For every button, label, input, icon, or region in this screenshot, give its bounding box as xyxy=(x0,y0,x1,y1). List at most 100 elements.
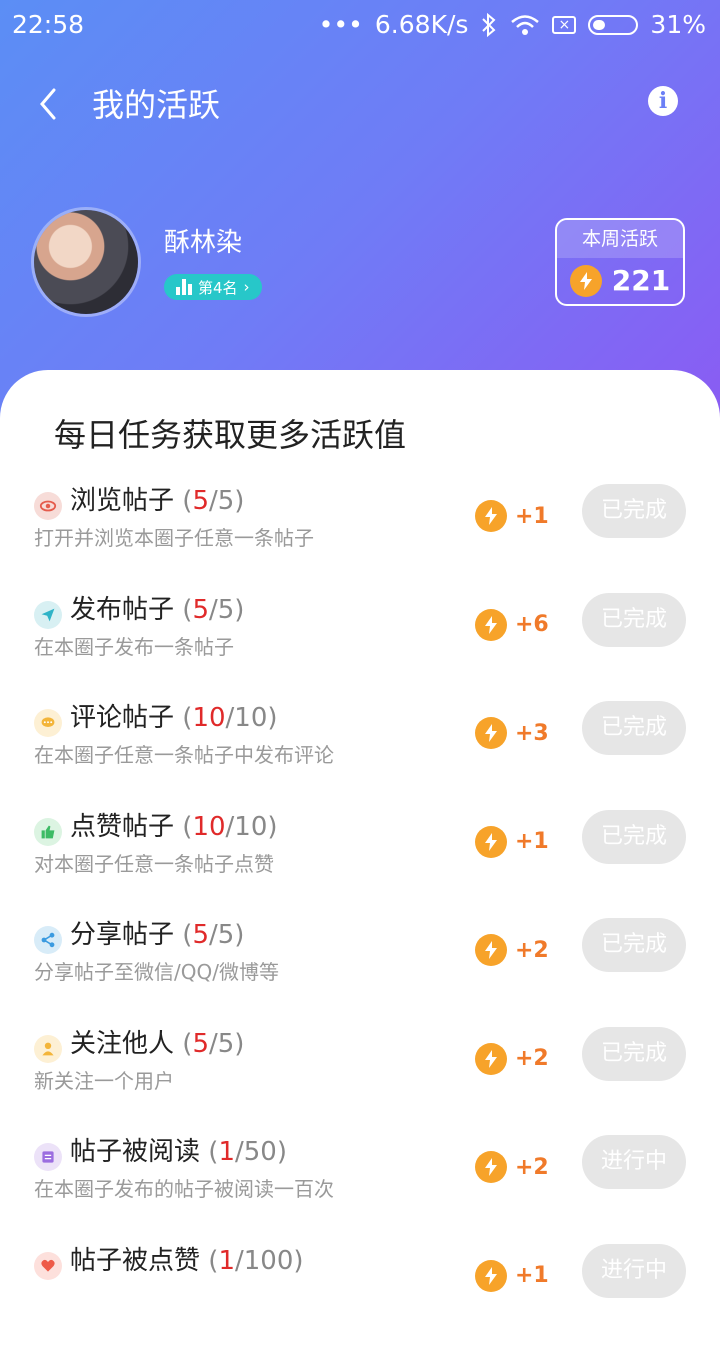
task-description: 在本圈子发布的帖子被阅读一百次 xyxy=(34,1177,334,1201)
task-progress-done: 5 xyxy=(192,486,209,516)
task-name: 帖子被点赞 (1/100) xyxy=(70,1245,304,1276)
task-name: 评论帖子 (10/10) xyxy=(70,703,278,733)
task-name: 关注他人 (5/5) xyxy=(70,1028,245,1059)
comment-icon xyxy=(34,709,62,737)
avatar[interactable] xyxy=(34,210,138,314)
task-card: 每日任务获取更多活跃值 浏览帖子 (5/5) 打开并浏览本圈子任意一条帖子 +1 已完… xyxy=(0,370,720,1298)
task-title: 浏览帖子 xyxy=(70,486,175,516)
task-description: 在本圈子任意一条帖子中发布评论 xyxy=(34,743,334,767)
task-progress-total: /10) xyxy=(225,703,278,733)
lightning-icon xyxy=(475,1259,507,1292)
lightning-icon xyxy=(475,608,507,641)
task-reward: +2 xyxy=(475,1151,549,1183)
task-reward: +1 xyxy=(475,825,549,858)
task-progress-total: /100) xyxy=(234,1245,304,1276)
rank-badge[interactable]: 第4名 › xyxy=(164,274,262,300)
reward-value: +1 xyxy=(515,829,549,854)
weekly-label: 本周活跃 xyxy=(557,220,683,258)
task-status-button[interactable]: 已完成 xyxy=(582,592,686,647)
reward-value: +2 xyxy=(515,937,549,963)
task-description: 对本圈子任意一条帖子点赞 xyxy=(34,851,274,876)
back-button[interactable] xyxy=(34,84,64,124)
task-progress-done: 5 xyxy=(192,1028,209,1059)
top-bar: 我的活跃 i xyxy=(0,70,720,134)
tasks-title: 每日任务获取更多活跃值 xyxy=(54,416,407,454)
task-name: 浏览帖子 (5/5) xyxy=(70,486,245,516)
header-background xyxy=(0,0,720,420)
task-progress-done: 5 xyxy=(192,594,209,625)
task-description: 在本圈子发布一条帖子 xyxy=(34,634,234,659)
lightning-icon xyxy=(569,264,602,297)
eye-icon xyxy=(34,492,62,520)
task-progress-done: 1 xyxy=(218,1137,235,1167)
task-title: 帖子被阅读 xyxy=(70,1137,201,1167)
lightning-icon xyxy=(475,717,507,749)
lightning-icon xyxy=(475,825,507,858)
task-row: 帖子被点赞 (1/100) +1 进行中 xyxy=(0,1240,720,1348)
task-reward: +6 xyxy=(475,608,549,641)
task-status-button[interactable]: 已完成 xyxy=(582,918,686,972)
lightning-icon xyxy=(475,1042,507,1075)
task-progress-done: 5 xyxy=(192,920,209,950)
wifi-icon xyxy=(511,14,540,35)
lightning-icon xyxy=(475,500,507,532)
status-bar: 22:58 ••• 6.68K/s × 31% xyxy=(0,0,720,50)
task-row: 关注他人 (5/5) 新关注一个用户 +2 已完成 xyxy=(0,1023,720,1131)
task-reward: +3 xyxy=(475,717,549,749)
task-name: 发布帖子 (5/5) xyxy=(70,594,245,625)
task-status-button[interactable]: 已完成 xyxy=(582,809,686,864)
status-time: 22:58 xyxy=(12,10,85,39)
task-row: 浏览帖子 (5/5) 打开并浏览本圈子任意一条帖子 +1 已完成 xyxy=(0,480,720,588)
task-description: 打开并浏览本圈子任意一条帖子 xyxy=(34,526,314,550)
task-status-button[interactable]: 进行中 xyxy=(582,1135,686,1189)
task-reward: +1 xyxy=(475,1259,549,1292)
lightning-icon xyxy=(475,1151,507,1183)
page-title: 我的活跃 xyxy=(92,86,221,124)
reward-value: +1 xyxy=(515,1263,549,1288)
chevron-right-icon: › xyxy=(243,278,250,296)
task-progress-total: /5) xyxy=(208,594,245,625)
task-name: 分享帖子 (5/5) xyxy=(70,920,245,950)
task-status-button[interactable]: 已完成 xyxy=(582,1026,686,1081)
lightning-icon xyxy=(475,934,507,966)
task-name: 帖子被阅读 (1/50) xyxy=(70,1137,287,1167)
task-row: 评论帖子 (10/10) 在本圈子任意一条帖子中发布评论 +3 已完成 xyxy=(0,697,720,805)
bluetooth-icon xyxy=(482,12,496,37)
weekly-activity-box: 本周活跃 221 xyxy=(555,218,685,306)
task-row: 点赞帖子 (10/10) 对本圈子任意一条帖子点赞 +1 已完成 xyxy=(0,806,720,914)
task-progress-done: 10 xyxy=(192,811,226,842)
task-progress-done: 10 xyxy=(192,703,226,733)
task-reward: +2 xyxy=(475,934,549,966)
task-progress-done: 1 xyxy=(218,1245,235,1276)
rank-label: 第4名 xyxy=(198,278,238,297)
book-icon xyxy=(34,1143,62,1171)
task-title: 帖子被点赞 xyxy=(70,1245,201,1276)
reward-value: +3 xyxy=(515,720,549,746)
task-progress-total: /50) xyxy=(234,1137,287,1167)
task-title: 评论帖子 xyxy=(70,703,175,733)
reward-value: +1 xyxy=(515,503,549,529)
reward-value: +2 xyxy=(515,1046,549,1071)
task-status-button[interactable]: 已完成 xyxy=(582,484,686,538)
task-title: 发布帖子 xyxy=(70,594,175,625)
task-status-button[interactable]: 进行中 xyxy=(582,1243,686,1298)
task-row: 分享帖子 (5/5) 分享帖子至微信/QQ/微博等 +2 已完成 xyxy=(0,914,720,1022)
task-description: 分享帖子至微信/QQ/微博等 xyxy=(34,960,279,984)
username: 酥林染 xyxy=(164,228,243,258)
info-icon[interactable]: i xyxy=(648,86,678,116)
task-title: 点赞帖子 xyxy=(70,811,175,842)
task-row: 帖子被阅读 (1/50) 在本圈子发布的帖子被阅读一百次 +2 进行中 xyxy=(0,1131,720,1239)
send-icon xyxy=(34,600,62,629)
task-status-button[interactable]: 已完成 xyxy=(582,701,686,755)
heart-icon xyxy=(34,1251,62,1280)
reward-value: +6 xyxy=(515,612,549,637)
reward-value: +2 xyxy=(515,1154,549,1180)
task-progress-total: /5) xyxy=(208,486,245,516)
task-description: 新关注一个用户 xyxy=(34,1068,174,1093)
battery-percent: 31% xyxy=(650,10,706,39)
no-sim-icon: × xyxy=(552,15,577,34)
network-speed: 6.68K/s xyxy=(374,10,469,39)
weekly-value: 221 xyxy=(611,264,671,297)
task-progress-total: /5) xyxy=(208,1028,245,1059)
task-reward: +1 xyxy=(475,500,549,532)
